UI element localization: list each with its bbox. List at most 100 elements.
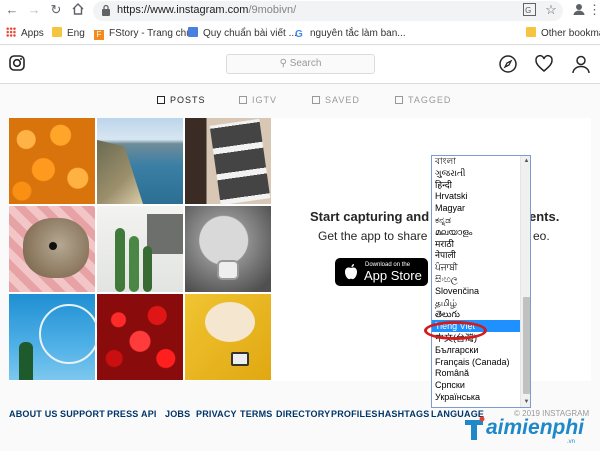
language-option[interactable]: Hrvatski [432,190,520,202]
tab-posts[interactable]: POSTS [157,95,206,105]
cliff [97,140,143,204]
bookmark-eng[interactable]: Eng [52,27,85,41]
photo-ferris-wheel[interactable] [9,294,99,380]
profile-avatar-icon[interactable] [571,2,587,18]
scroll-up-icon[interactable]: ▲ [523,157,530,165]
photo-baby[interactable] [185,206,271,292]
address-bar[interactable]: https://www.instagram.com/9mobivn/ [93,1,563,21]
search-icon: ⚲ [279,58,287,69]
language-option[interactable]: ಕನ್ನಡ [432,214,520,226]
language-option[interactable]: മലയാളം [432,226,520,238]
igtv-icon [239,96,247,104]
language-option[interactable]: Slovenčina [432,285,520,297]
language-option[interactable]: Українська [432,391,520,403]
svg-text:G: G [525,6,531,15]
google-icon: G [295,29,303,40]
language-option[interactable]: বাংলা [432,156,520,167]
language-option[interactable]: Magyar [432,202,520,214]
footer-link-directory[interactable]: DIRECTORY [276,409,330,419]
home-icon[interactable] [70,2,86,18]
bookmark-docs[interactable]: Quy chuẩn bài viết ... [188,27,297,41]
bookmark-google[interactable]: Gnguyên tắc làm ban... [295,27,406,41]
language-option[interactable]: తెలుగు [432,308,520,320]
language-option[interactable]: ਪੰਜਾਬੀ [432,261,520,273]
profile-icon[interactable] [571,54,591,74]
language-option[interactable]: Български [432,344,520,356]
tab-saved[interactable]: SAVED [312,95,360,105]
apps-grid-icon [6,27,16,37]
instagram-header: ⚲ Search [0,46,600,84]
footer-link-privacy[interactable]: PRIVACY [196,409,237,419]
language-option[interactable]: हिन्दी [432,179,520,191]
tag-icon [395,96,403,104]
photo-cactus[interactable] [97,206,183,292]
language-option[interactable]: Српски [432,379,520,391]
url-text: https://www.instagram.com/9mobivn/ [117,4,297,16]
footer-link-profiles[interactable]: PROFILES [331,409,378,419]
browser-toolbar: ← → ↻ https://www.instagram.com/9mobivn/… [0,0,600,22]
language-option[interactable]: नेपाली [432,249,520,261]
palm-tree [19,342,33,380]
cactus-arm [129,236,139,292]
photo-oranges[interactable] [9,118,95,204]
heart-icon[interactable] [534,54,554,74]
instagram-badge-icon [217,260,239,280]
folder-icon [526,27,536,37]
footer-link-support[interactable]: SUPPORT [60,409,105,419]
translate-icon[interactable]: G [521,3,537,19]
wheel [39,304,99,364]
photo-cat[interactable] [185,294,271,380]
explore-compass-icon[interactable] [498,54,518,74]
cat [205,302,255,342]
bookmark-other[interactable]: Other bookmarks [526,27,600,41]
reload-icon[interactable]: ↻ [48,2,64,18]
back-icon[interactable]: ← [4,2,20,18]
language-option[interactable]: Română [432,367,520,379]
language-option[interactable]: සිංහල [432,273,520,285]
footer-link-about-us[interactable]: ABOUT US [9,409,58,419]
search-input[interactable]: ⚲ Search [226,54,375,74]
instagram-logo-icon[interactable] [9,55,25,71]
dog-eye [49,242,57,250]
footer-link-press[interactable]: PRESS [107,409,139,419]
listbox-scrollbar[interactable]: ▲ ▼ [520,156,530,407]
highlight-ring [424,321,487,340]
footer-link-api[interactable]: API [141,409,157,419]
grid-icon [157,96,165,104]
language-option[interactable]: ગુજરાતી [432,167,520,179]
bookmark-fstory[interactable]: F FStory - Trang chủ [94,27,192,41]
tab-tagged[interactable]: TAGGED [395,95,451,105]
promo-title: Start capturing and sh [310,209,448,224]
scrollbar-thumb[interactable] [523,297,530,394]
photo-red-flowers[interactable] [97,294,183,380]
promo-subtitle-end: eo. [533,229,550,243]
footer-link-jobs[interactable]: JOBS [165,409,190,419]
bookmarks-bar: Apps Eng F FStory - Trang chủ Quy chuẩn b… [0,24,600,44]
window [147,214,183,254]
footer-link-terms[interactable]: TERMS [240,409,273,419]
cactus-arm [143,246,152,292]
star-icon[interactable]: ☆ [543,2,559,18]
app-store-button[interactable]: Download on the App Store [335,258,428,286]
bookmark-apps[interactable]: Apps [6,27,44,41]
photo-photobooth-strip[interactable] [185,118,271,206]
profile-tabs: POSTS IGTV SAVED TAGGED [0,90,600,110]
language-option[interactable]: मराठी [432,238,520,250]
language-option[interactable]: தமிழ் [432,297,520,309]
photo-coastline[interactable] [97,118,183,204]
browser-chrome: ← → ↻ https://www.instagram.com/9mobivn/… [0,0,600,45]
menu-kebab-icon[interactable]: ⋮ [588,2,600,18]
language-listbox[interactable]: বাংলা ગુજરાતી हिन्दी Hrvatski Magyar ಕನ್ನಡ മലയ… [431,155,531,408]
taimienphi-watermark: aimienphi .vn [462,413,600,449]
tab-igtv[interactable]: IGTV [239,95,277,105]
photo-dog[interactable] [9,206,95,292]
bookmark-icon [312,96,320,104]
forward-icon[interactable]: → [26,2,42,18]
fstory-icon: F [94,30,104,40]
apple-icon [345,264,357,280]
language-option[interactable]: Français (Canada) [432,356,520,368]
footer-link-hashtags[interactable]: HASHTAGS [378,409,429,419]
folder-icon [52,27,62,37]
camera [231,352,249,366]
cactus-arm [115,228,125,292]
